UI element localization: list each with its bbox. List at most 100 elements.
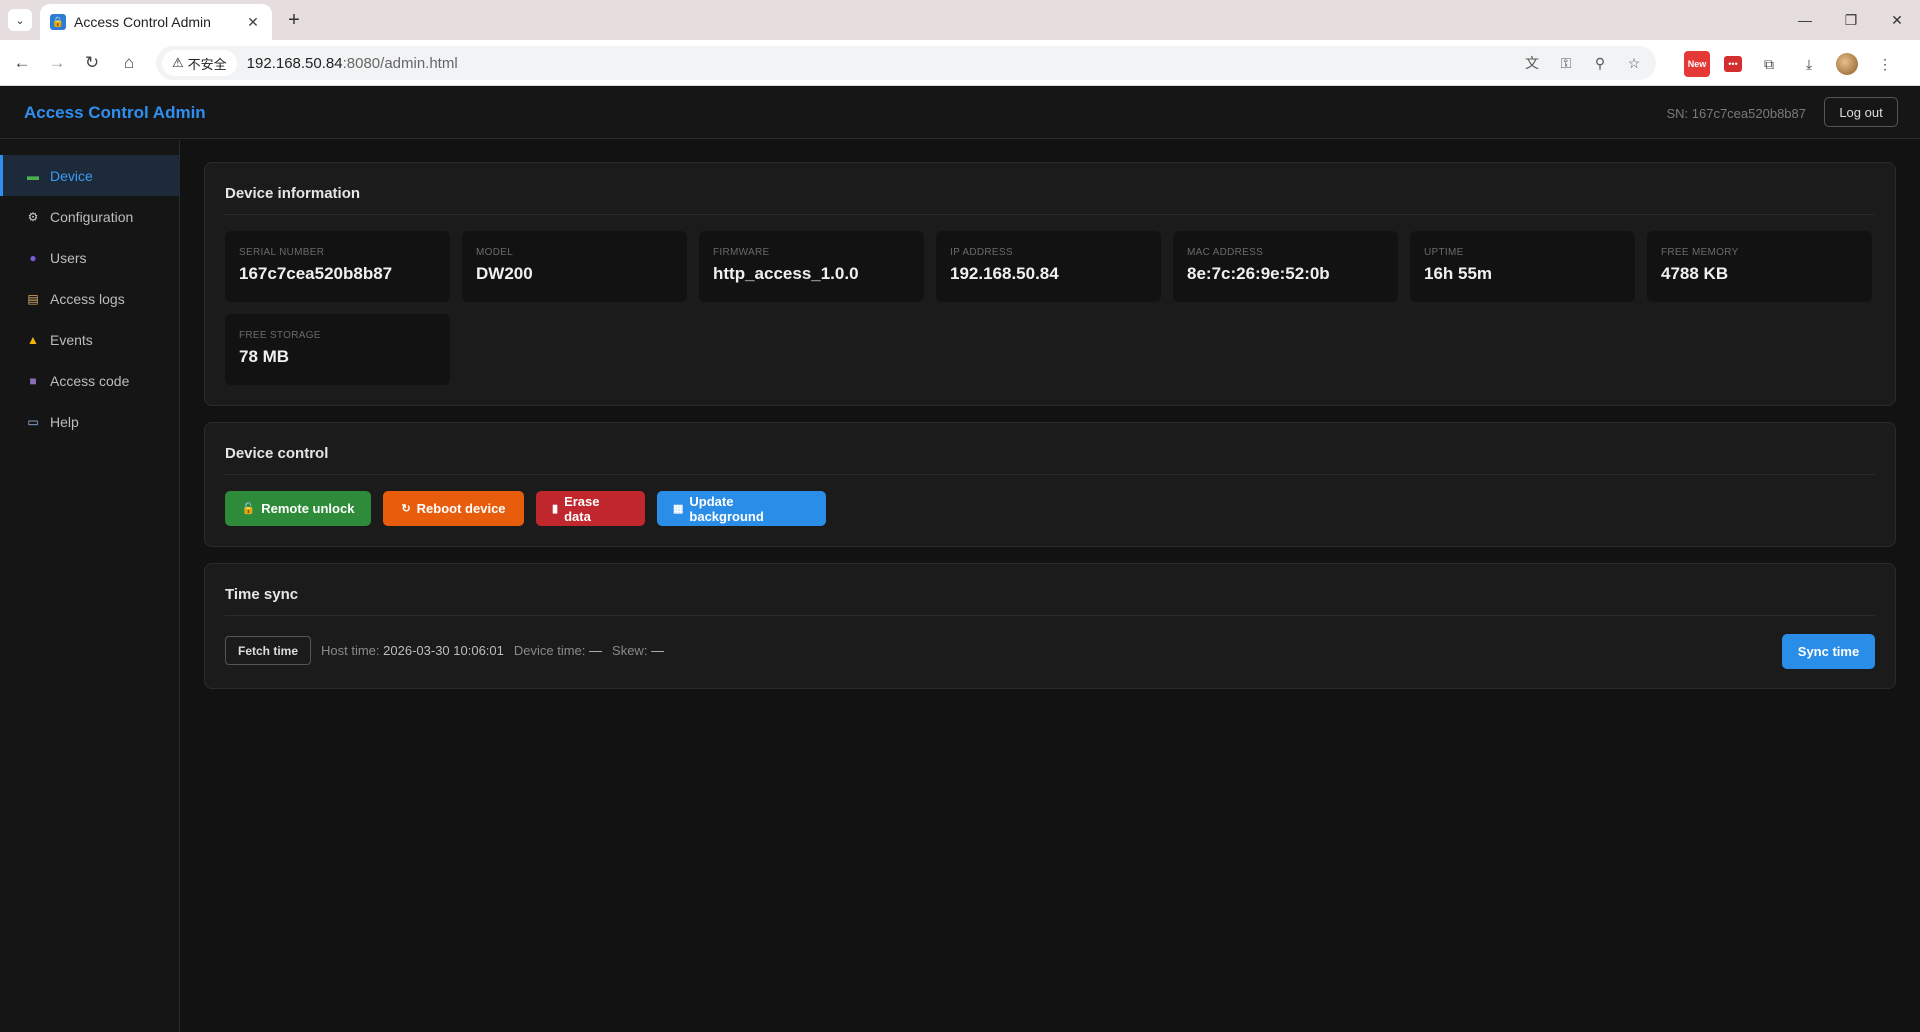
info-firmware: FIRMWARE http_access_1.0.0 bbox=[699, 231, 924, 302]
tab-search-icon[interactable]: ⌄ bbox=[8, 9, 32, 31]
extensions-puzzle-icon[interactable]: ⧉ bbox=[1756, 51, 1782, 77]
restore-icon[interactable]: ❐ bbox=[1828, 0, 1874, 40]
host-time-label: Host time: bbox=[321, 643, 380, 658]
omnibox-icons: 文 ⚿ ⚲ ☆ bbox=[1522, 53, 1644, 73]
trash-icon: ▮ bbox=[552, 503, 559, 515]
reload-icon[interactable]: ↻ bbox=[80, 51, 104, 75]
button-label: Erase data bbox=[564, 493, 600, 524]
warning-icon: ⚠ bbox=[172, 55, 184, 70]
sidebar-item-configuration[interactable]: ⚙ Configuration bbox=[0, 196, 179, 237]
window-controls: — ❐ ✕ bbox=[1782, 0, 1920, 40]
sidebar-item-users[interactable]: ● Users bbox=[0, 237, 179, 278]
info-value: 4788 KB bbox=[1661, 264, 1729, 283]
info-ip-address: IP ADDRESS 192.168.50.84 bbox=[936, 231, 1161, 302]
download-icon[interactable]: ⤓ bbox=[1796, 51, 1822, 77]
time-sync-card: Time sync Fetch time Host time: 2026-03-… bbox=[204, 563, 1896, 689]
info-label: IP ADDRESS bbox=[950, 247, 1013, 258]
info-value: DW200 bbox=[476, 264, 533, 283]
forward-icon[interactable]: → bbox=[45, 51, 69, 75]
warning-icon: ▲ bbox=[27, 332, 39, 347]
info-value: 78 MB bbox=[239, 347, 290, 366]
address-bar[interactable]: ⚠ 不安全 192.168.50.84:8080/admin.html 文 ⚿ … bbox=[156, 46, 1656, 80]
minimize-icon[interactable]: — bbox=[1782, 0, 1828, 40]
reboot-device-button[interactable]: ↻ Reboot device bbox=[383, 491, 524, 526]
skew-value: — bbox=[651, 643, 665, 658]
close-window-icon[interactable]: ✕ bbox=[1874, 0, 1920, 40]
browser-tabbar: ⌄ 🔒 Access Control Admin ✕ + — ❐ ✕ bbox=[0, 0, 1920, 40]
skew: Skew: — bbox=[612, 643, 664, 658]
url-path: :8080/admin.html bbox=[342, 54, 458, 72]
remote-unlock-button[interactable]: 🔓 Remote unlock bbox=[225, 491, 371, 526]
logout-button[interactable]: Log out bbox=[1824, 97, 1898, 127]
info-label: FREE MEMORY bbox=[1661, 247, 1739, 258]
fetch-time-button[interactable]: Fetch time bbox=[225, 636, 312, 665]
erase-data-button[interactable]: ▮ Erase data bbox=[536, 491, 645, 526]
time-sync-row: Fetch time Host time: 2026-03-30 10:06:0… bbox=[225, 616, 1875, 688]
extension-red-icon[interactable]: ••• bbox=[1724, 56, 1742, 72]
info-label: UPTIME bbox=[1424, 247, 1464, 258]
device-control-buttons: 🔓 Remote unlock ↻ Reboot device ▮ Erase … bbox=[225, 475, 1875, 546]
close-icon[interactable]: ✕ bbox=[244, 14, 262, 31]
back-icon[interactable]: ← bbox=[10, 51, 34, 75]
info-label: FIRMWARE bbox=[713, 247, 770, 258]
sync-time-button[interactable]: Sync time bbox=[1782, 634, 1875, 669]
host-time: Host time: 2026-03-30 10:06:01 bbox=[321, 643, 504, 658]
home-icon[interactable]: ⌂ bbox=[117, 51, 141, 75]
device-control-card: Device control 🔓 Remote unlock ↻ Reboot … bbox=[204, 422, 1896, 547]
button-label: Remote unlock bbox=[261, 501, 355, 516]
info-value: 167c7cea520b8b87 bbox=[239, 264, 393, 283]
browser-tab[interactable]: 🔒 Access Control Admin ✕ bbox=[40, 4, 272, 40]
sidebar-item-label: Help bbox=[50, 413, 79, 430]
device-time-label: Device time: bbox=[513, 643, 586, 658]
info-label: MODEL bbox=[476, 247, 514, 258]
info-free-storage: FREE STORAGE 78 MB bbox=[225, 314, 450, 385]
sidebar-item-label: Events bbox=[50, 331, 93, 348]
url-host: 192.168.50.84 bbox=[246, 54, 343, 72]
security-badge[interactable]: ⚠ 不安全 bbox=[162, 50, 237, 76]
info-label: SERIAL NUMBER bbox=[239, 247, 325, 258]
sidebar-item-access-logs[interactable]: ▤ Access logs bbox=[0, 278, 179, 319]
user-icon: ● bbox=[29, 250, 37, 265]
sidebar: ▬ Device ⚙ Configuration ● Users ▤ Acces… bbox=[0, 140, 180, 1032]
extension-new-icon[interactable]: New bbox=[1684, 51, 1710, 77]
profile-avatar[interactable] bbox=[1836, 53, 1858, 75]
security-label: 不安全 bbox=[187, 56, 227, 72]
host-time-value: 2026-03-30 10:06:01 bbox=[383, 643, 504, 658]
sidebar-item-access-code[interactable]: ■ Access code bbox=[0, 360, 179, 401]
sidebar-item-label: Configuration bbox=[50, 208, 134, 225]
lock-favicon-icon: 🔒 bbox=[50, 14, 66, 30]
zoom-icon[interactable]: ⚲ bbox=[1590, 53, 1610, 73]
card-title: Device information bbox=[225, 163, 1875, 215]
key-icon[interactable]: ⚿ bbox=[1556, 53, 1576, 73]
card-title: Time sync bbox=[225, 564, 1875, 616]
info-value: 192.168.50.84 bbox=[950, 264, 1059, 283]
main-content: Device information SERIAL NUMBER 167c7ce… bbox=[204, 162, 1896, 705]
unlock-icon: 🔓 bbox=[241, 503, 256, 515]
card-title: Device control bbox=[225, 423, 1875, 475]
info-uptime: UPTIME 16h 55m bbox=[1410, 231, 1635, 302]
info-value: 16h 55m bbox=[1424, 264, 1493, 283]
refresh-icon: ↻ bbox=[401, 503, 411, 515]
sidebar-item-label: Access code bbox=[50, 372, 130, 389]
serial-number-label: SN: 167c7cea520b8b87 bbox=[1666, 106, 1806, 121]
sidebar-item-device[interactable]: ▬ Device bbox=[0, 155, 179, 196]
bookmark-star-icon[interactable]: ☆ bbox=[1624, 53, 1644, 73]
sidebar-item-label: Access logs bbox=[50, 290, 125, 307]
monitor-icon: ▬ bbox=[27, 168, 39, 183]
app-brand[interactable]: Access Control Admin bbox=[24, 103, 206, 123]
update-background-button[interactable]: ▦ Update background bbox=[657, 491, 826, 526]
url-text[interactable]: 192.168.50.84:8080/admin.html bbox=[247, 55, 458, 72]
info-model: MODEL DW200 bbox=[462, 231, 687, 302]
qr-square-icon: ■ bbox=[29, 373, 37, 388]
sidebar-item-help[interactable]: ▭ Help bbox=[0, 401, 179, 442]
sidebar-item-events[interactable]: ▲ Events bbox=[0, 319, 179, 360]
button-label: Update background bbox=[689, 493, 764, 524]
translate-icon[interactable]: 文 bbox=[1522, 53, 1542, 73]
sidebar-item-label: Users bbox=[50, 249, 87, 266]
info-value: 8e:7c:26:9e:52:0b bbox=[1187, 264, 1330, 283]
device-info-grid: SERIAL NUMBER 167c7cea520b8b87 MODEL DW2… bbox=[225, 215, 1875, 405]
skew-label: Skew: bbox=[612, 643, 648, 658]
info-label: FREE STORAGE bbox=[239, 330, 321, 341]
menu-kebab-icon[interactable]: ⋮ bbox=[1872, 51, 1898, 77]
new-tab-icon[interactable]: + bbox=[282, 8, 306, 32]
